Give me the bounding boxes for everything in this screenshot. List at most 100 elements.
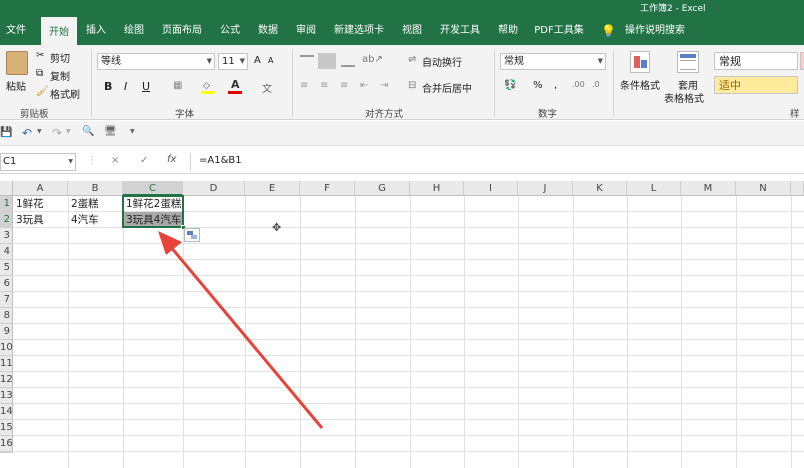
- font-size-select[interactable]: 11 ▼: [218, 53, 248, 70]
- row-header[interactable]: 14: [0, 404, 13, 420]
- style-bad[interactable]: [800, 52, 804, 70]
- row-header[interactable]: 15: [0, 420, 13, 436]
- wrap-text-icon[interactable]: ⇌: [408, 54, 416, 65]
- insert-function-button[interactable]: fx: [167, 154, 176, 165]
- column-header[interactable]: [791, 181, 804, 196]
- cancel-button[interactable]: ×: [111, 155, 119, 166]
- save-icon[interactable]: 💾: [0, 127, 12, 138]
- tab-draw[interactable]: 绘图: [121, 17, 147, 45]
- tab-view[interactable]: 视图: [399, 17, 425, 45]
- column-header[interactable]: D: [183, 181, 245, 196]
- wrap-text-button[interactable]: 自动换行: [422, 54, 462, 69]
- row-header[interactable]: 6: [0, 276, 13, 292]
- print-preview-icon[interactable]: 🔍: [82, 126, 94, 137]
- row-header[interactable]: 1: [0, 196, 13, 212]
- column-header[interactable]: C: [123, 181, 183, 196]
- number-format-select[interactable]: 常规 ▼: [500, 53, 606, 70]
- format-painter-icon[interactable]: 🖌: [36, 86, 49, 97]
- row-header[interactable]: 7: [0, 292, 13, 308]
- shrink-font-button[interactable]: A: [268, 56, 273, 65]
- tab-new-tab[interactable]: 新建选项卡: [331, 17, 387, 45]
- cell-b2[interactable]: 4汽车: [71, 212, 123, 228]
- cell-c1[interactable]: 1鲜花2蛋糕: [126, 196, 183, 212]
- flash-fill-options-icon[interactable]: [184, 228, 200, 242]
- row-header[interactable]: 2: [0, 212, 13, 228]
- increase-decimal-icon[interactable]: .00: [572, 80, 585, 89]
- italic-button[interactable]: I: [124, 80, 127, 93]
- tab-home[interactable]: 开始: [41, 17, 77, 45]
- bold-button[interactable]: B: [104, 80, 112, 93]
- select-all-corner[interactable]: [0, 181, 13, 196]
- row-header[interactable]: 12: [0, 372, 13, 388]
- align-left-icon[interactable]: ≡: [300, 80, 308, 91]
- row-header[interactable]: 16: [0, 436, 13, 452]
- column-header[interactable]: J: [518, 181, 573, 196]
- row-header[interactable]: 5: [0, 260, 13, 276]
- column-header[interactable]: M: [681, 181, 736, 196]
- enter-button[interactable]: ✓: [140, 155, 148, 166]
- tab-insert[interactable]: 插入: [83, 17, 109, 45]
- row-header[interactable]: 4: [0, 244, 13, 260]
- screen-icon[interactable]: 🖥: [104, 126, 117, 137]
- column-header[interactable]: F: [300, 181, 355, 196]
- cell-c2[interactable]: 3玩具4汽车: [124, 212, 183, 228]
- underline-button[interactable]: U: [142, 80, 150, 93]
- cut-button[interactable]: 剪切: [50, 50, 70, 65]
- tab-pdf-tools[interactable]: PDF工具集: [533, 17, 585, 45]
- comma-button[interactable]: ,: [554, 80, 557, 91]
- column-header[interactable]: B: [68, 181, 123, 196]
- row-header[interactable]: 3: [0, 228, 13, 244]
- tab-file[interactable]: 文件: [3, 17, 29, 45]
- chevron-down-icon[interactable]: ▼: [37, 128, 42, 135]
- copy-button[interactable]: 复制: [50, 68, 70, 83]
- align-right-icon[interactable]: ≡: [340, 80, 348, 91]
- column-header[interactable]: L: [627, 181, 681, 196]
- font-name-select[interactable]: 等线 ▼: [97, 53, 215, 70]
- cell-b1[interactable]: 2蛋糕: [71, 196, 123, 212]
- border-icon[interactable]: ▦: [173, 80, 182, 91]
- tab-review[interactable]: 审阅: [293, 17, 319, 45]
- row-header[interactable]: 13: [0, 388, 13, 404]
- fill-color-icon[interactable]: ◇: [201, 80, 215, 94]
- row-header[interactable]: 9: [0, 324, 13, 340]
- cut-icon[interactable]: ✂: [36, 50, 44, 61]
- column-header[interactable]: E: [245, 181, 300, 196]
- align-center-icon[interactable]: ≡: [320, 80, 328, 91]
- merge-icon[interactable]: ⊟: [408, 80, 416, 91]
- column-header[interactable]: A: [13, 181, 68, 196]
- row-header[interactable]: 11: [0, 356, 13, 372]
- conditional-format-icon[interactable]: [630, 51, 650, 73]
- column-header[interactable]: N: [736, 181, 791, 196]
- align-top-icon[interactable]: [300, 55, 314, 67]
- phonetic-icon[interactable]: 文: [262, 80, 272, 95]
- copy-icon[interactable]: ⧉: [36, 68, 43, 79]
- merge-center-button[interactable]: 合并后居中: [422, 80, 472, 95]
- paste-icon[interactable]: [6, 51, 28, 75]
- cell-a2[interactable]: 3玩具: [16, 212, 68, 228]
- increase-indent-icon[interactable]: ⇥: [380, 80, 388, 91]
- column-header[interactable]: K: [573, 181, 627, 196]
- chevron-down-icon[interactable]: ▼: [66, 128, 71, 135]
- paste-button[interactable]: 粘贴: [6, 78, 26, 93]
- align-middle-icon[interactable]: [318, 53, 336, 69]
- name-box[interactable]: C1 ▼: [0, 153, 76, 171]
- tab-developer[interactable]: 开发工具: [437, 17, 483, 45]
- row-header[interactable]: 8: [0, 308, 13, 324]
- orientation-icon[interactable]: ab↗: [362, 54, 383, 65]
- decrease-decimal-icon[interactable]: .0: [592, 80, 600, 89]
- undo-icon[interactable]: ↶: [22, 126, 32, 140]
- column-header[interactable]: H: [410, 181, 464, 196]
- format-as-table-icon[interactable]: [677, 51, 699, 73]
- conditional-format-button[interactable]: 条件格式: [620, 77, 660, 92]
- column-header[interactable]: G: [355, 181, 410, 196]
- tab-help[interactable]: 帮助: [495, 17, 521, 45]
- style-neutral[interactable]: 适中: [714, 76, 798, 94]
- redo-icon[interactable]: ↷: [52, 126, 62, 140]
- grow-font-button[interactable]: A: [254, 55, 261, 66]
- column-header[interactable]: I: [464, 181, 518, 196]
- style-normal[interactable]: 常规: [714, 52, 798, 70]
- customize-qat-icon[interactable]: ▼: [130, 128, 135, 135]
- align-bottom-icon[interactable]: [341, 55, 355, 67]
- currency-icon[interactable]: 💱: [504, 80, 516, 91]
- decrease-indent-icon[interactable]: ⇤: [360, 80, 368, 91]
